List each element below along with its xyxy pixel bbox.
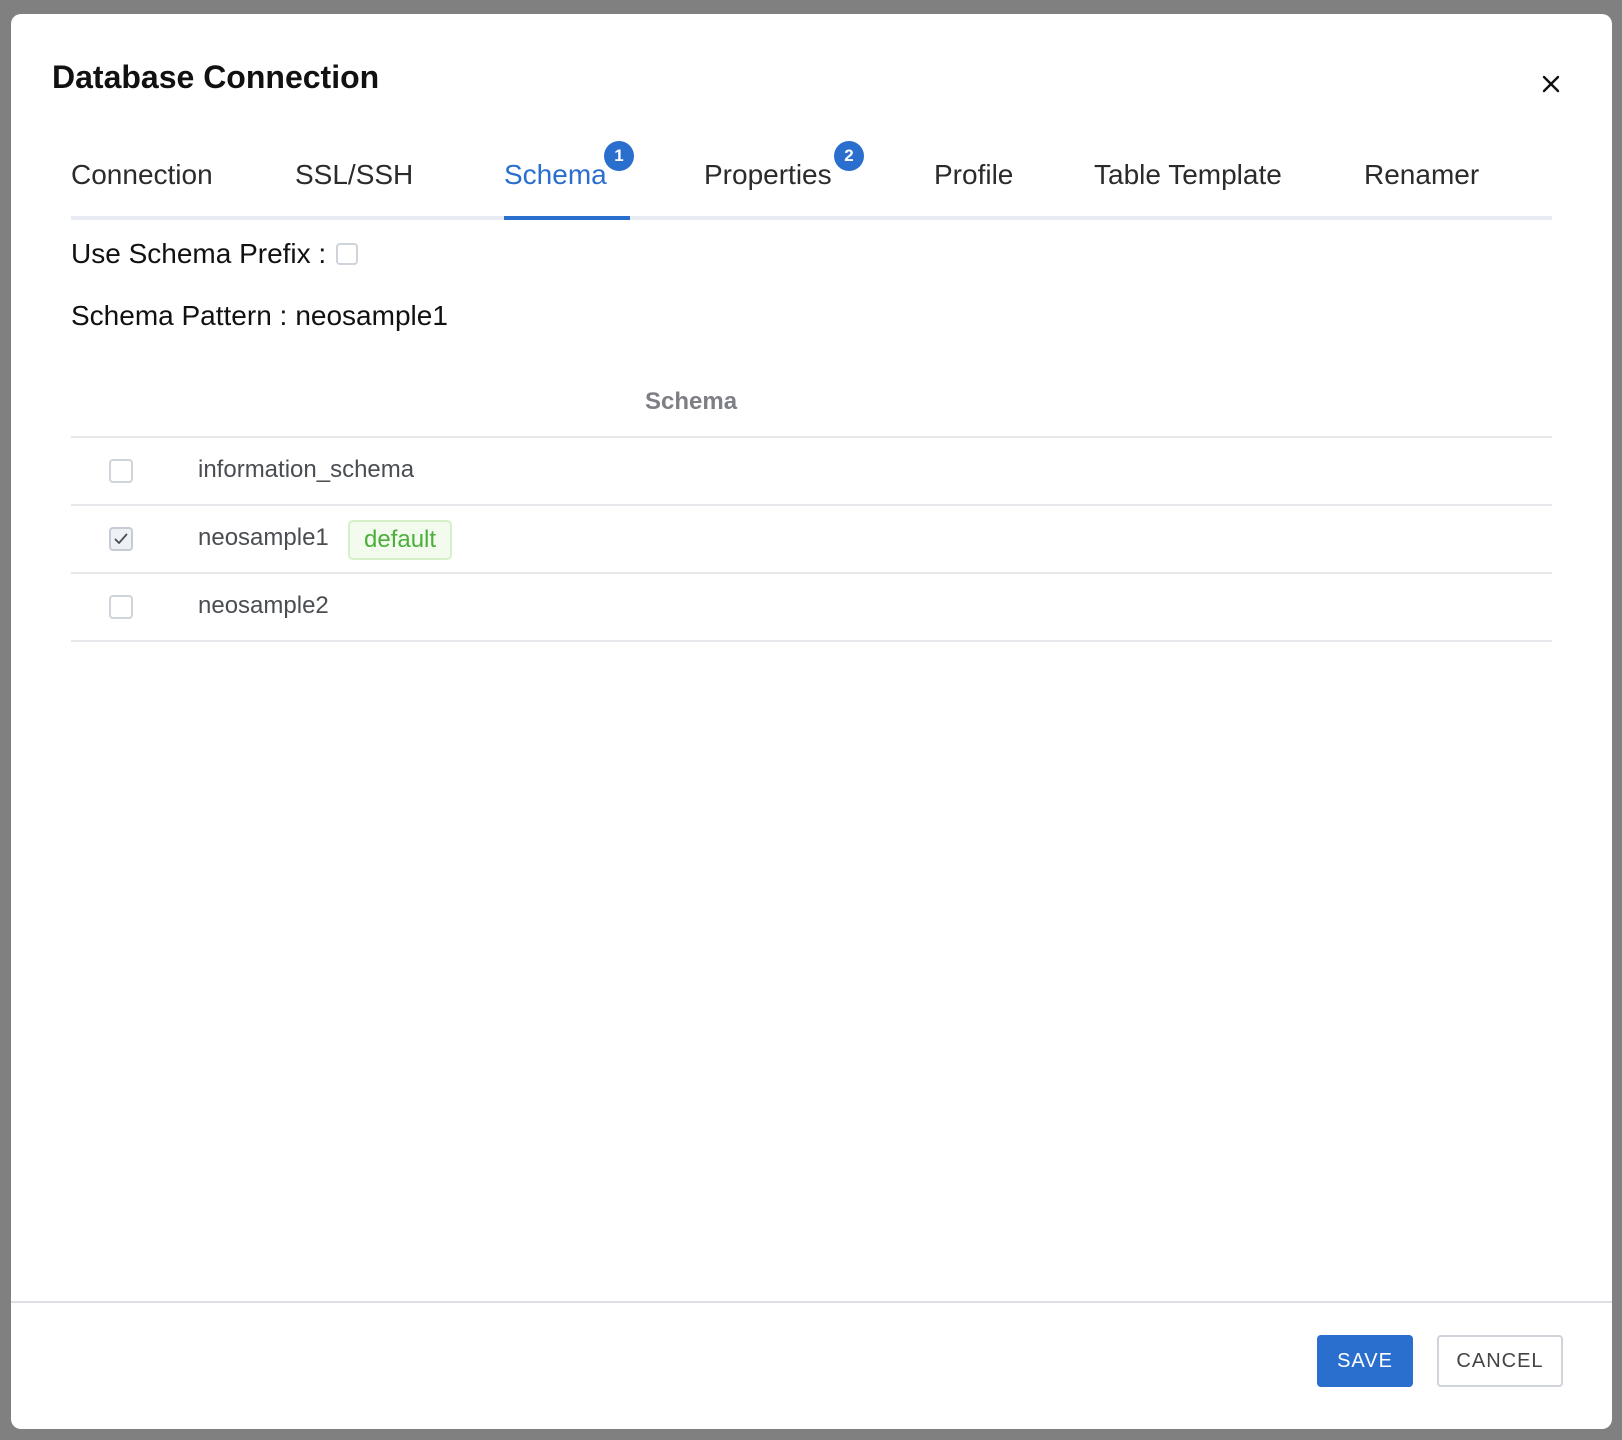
schema-pattern-value: neosample1	[295, 300, 448, 331]
tab-table-template[interactable]: Table Template	[1094, 158, 1282, 192]
tab-label: Schema	[504, 159, 607, 190]
tab-profile[interactable]: Profile	[934, 158, 1013, 192]
tab-bar: Connection SSL/SSH Schema 1 Properties 2…	[71, 141, 1552, 220]
use-schema-prefix-label: Use Schema Prefix :	[71, 238, 327, 269]
tab-badge: 2	[834, 141, 864, 171]
checkmark-icon	[114, 533, 128, 544]
table-row: neosample2	[71, 574, 1552, 642]
schema-name: neosample2	[198, 592, 329, 619]
default-tag: default	[348, 520, 453, 560]
database-connection-dialog: Database Connection Connection SSL/SSH S…	[11, 14, 1612, 1429]
tab-badge: 1	[604, 141, 634, 171]
tab-label: Table Template	[1094, 159, 1282, 190]
close-icon	[1542, 75, 1560, 93]
tab-properties[interactable]: Properties 2	[704, 141, 864, 192]
schema-name: information_schema	[198, 456, 415, 483]
schema-table-header: Schema	[71, 374, 1552, 438]
table-row: neosample1 default	[71, 506, 1552, 574]
cancel-button[interactable]: CANCEL	[1437, 1335, 1563, 1387]
use-schema-prefix-checkbox[interactable]	[336, 243, 359, 265]
tab-label: Profile	[934, 159, 1014, 190]
tab-ssl-ssh[interactable]: SSL/SSH	[295, 158, 413, 192]
column-header-schema: Schema	[645, 388, 738, 415]
row-checkbox[interactable]	[109, 595, 133, 619]
schema-name: neosample1	[198, 524, 329, 551]
tab-renamer[interactable]: Renamer	[1364, 158, 1479, 192]
use-schema-prefix-row: Use Schema Prefix :	[71, 238, 359, 270]
tab-label: Renamer	[1364, 159, 1480, 190]
schema-pattern-label: Schema Pattern :	[71, 300, 288, 331]
table-row: information_schema	[71, 438, 1552, 506]
save-button[interactable]: SAVE	[1317, 1335, 1413, 1387]
close-button[interactable]	[1531, 64, 1571, 104]
tab-schema[interactable]: Schema 1	[504, 141, 634, 192]
tab-label: Properties	[704, 159, 832, 190]
dialog-title: Database Connection	[52, 59, 380, 95]
tab-label: Connection	[71, 159, 213, 190]
row-checkbox[interactable]	[109, 527, 133, 551]
tab-connection[interactable]: Connection	[71, 158, 213, 192]
schema-pattern-row: Schema Pattern : neosample1	[71, 300, 448, 332]
row-checkbox[interactable]	[109, 459, 133, 483]
tab-label: SSL/SSH	[295, 159, 414, 190]
active-tab-indicator	[504, 216, 630, 220]
dialog-footer: SAVE CANCEL	[11, 1301, 1612, 1429]
